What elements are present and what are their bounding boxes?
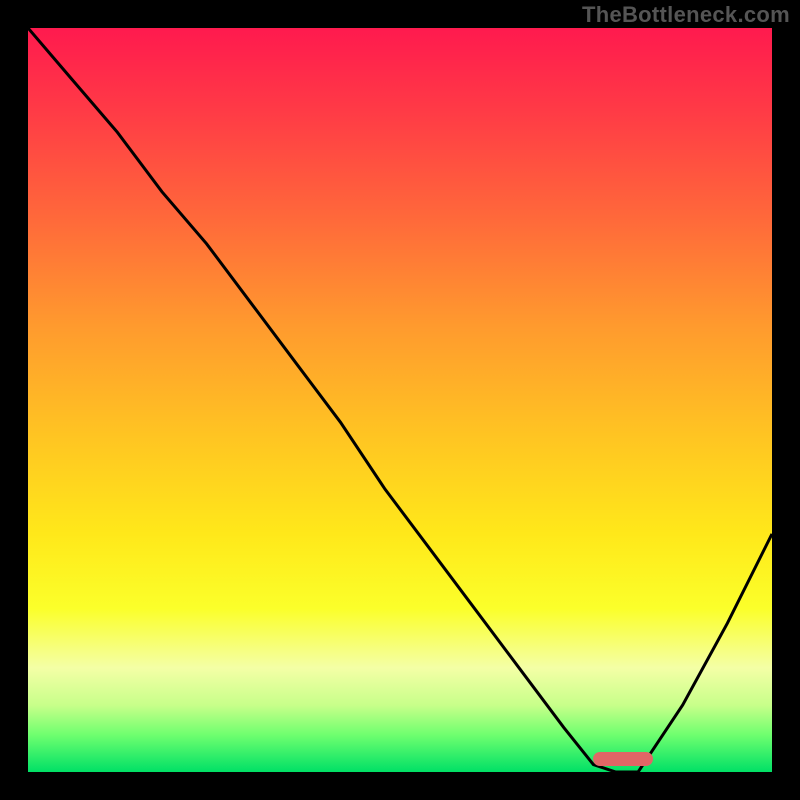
watermark-text: TheBottleneck.com — [582, 2, 790, 28]
optimal-range-marker — [593, 752, 653, 766]
chart-frame: TheBottleneck.com — [0, 0, 800, 800]
gradient-plot-area — [28, 28, 772, 772]
bottleneck-curve — [28, 28, 772, 772]
